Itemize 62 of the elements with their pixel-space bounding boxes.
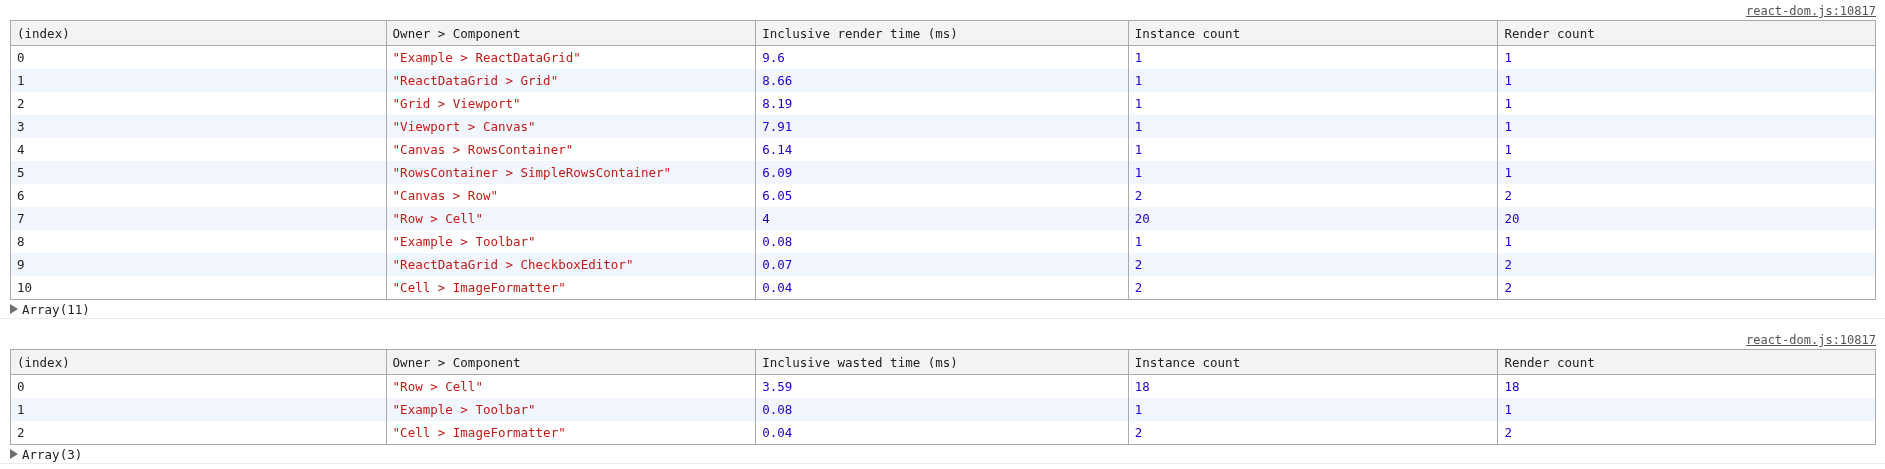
- table-cell: 1: [1497, 398, 1875, 421]
- table-cell-text: 5: [16, 164, 26, 182]
- table-cell-text: 1: [16, 72, 26, 90]
- table-cell-text: 7: [16, 210, 26, 228]
- expand-triangle-icon[interactable]: [10, 304, 18, 314]
- table-cell: 0.07: [755, 253, 1128, 276]
- table-cell: "Cell > ImageFormatter": [385, 421, 756, 444]
- table-cell: 1: [1497, 69, 1875, 92]
- table-cell: 1: [1497, 115, 1875, 138]
- column-header[interactable]: Instance count: [1127, 21, 1498, 45]
- table-cell: 1: [1127, 115, 1498, 138]
- column-header[interactable]: Inclusive wasted time (ms): [755, 350, 1128, 374]
- table-cell: 2: [1127, 253, 1498, 276]
- table-cell: "Viewport > Canvas": [385, 115, 756, 138]
- table-cell: 1: [1127, 69, 1498, 92]
- table-cell: 2: [1127, 421, 1498, 444]
- array-summary[interactable]: Array(3): [22, 446, 83, 462]
- table-cell: 6.09: [755, 161, 1128, 184]
- table-cell: 7.91: [755, 115, 1128, 138]
- table-cell: "Cell > ImageFormatter": [385, 276, 756, 299]
- table-cell: 2: [1497, 253, 1875, 276]
- column-header[interactable]: Render count: [1497, 350, 1875, 374]
- table-cell: 2: [1497, 276, 1875, 299]
- table-cell-text: 2: [16, 95, 26, 113]
- table-cell: "Row > Cell": [385, 207, 756, 230]
- source-link[interactable]: react-dom.js:10817: [1745, 333, 1876, 347]
- array-summary[interactable]: Array(11): [22, 301, 90, 317]
- source-link[interactable]: react-dom.js:10817: [1745, 4, 1876, 18]
- column-header[interactable]: Render count: [1497, 21, 1875, 45]
- table-cell: 0.04: [755, 421, 1128, 444]
- table-cell: 0.04: [755, 276, 1128, 299]
- table-cell-text: 0: [16, 378, 26, 396]
- table-cell: "Example > Toolbar": [385, 398, 756, 421]
- column-header[interactable]: Instance count: [1127, 350, 1498, 374]
- table-cell: 4: [755, 207, 1128, 230]
- table-cell: 1: [1127, 161, 1498, 184]
- table-cell-text: 0: [16, 49, 26, 67]
- table-cell-text: 10: [16, 279, 34, 297]
- table-cell: 20: [1127, 207, 1498, 230]
- table-cell-text: 4: [16, 141, 26, 159]
- column-header[interactable]: (index): [11, 350, 386, 374]
- table-cell: 20: [1497, 207, 1875, 230]
- table-cell: 2: [1497, 421, 1875, 444]
- table-cell: 1: [1497, 161, 1875, 184]
- table-cell-text: 8: [16, 233, 26, 251]
- table-cell: "ReactDataGrid > CheckboxEditor": [385, 253, 756, 276]
- table-cell: 2: [1127, 276, 1498, 299]
- table-cell-text: 1: [16, 401, 26, 419]
- table-cell: "RowsContainer > SimpleRowsContainer": [385, 161, 756, 184]
- table-cell-text: 2: [16, 424, 26, 442]
- table-cell-text: 3: [16, 118, 26, 136]
- expand-triangle-icon[interactable]: [10, 449, 18, 459]
- table-cell: "ReactDataGrid > Grid": [385, 69, 756, 92]
- table-cell-text: 6: [16, 187, 26, 205]
- column-header[interactable]: Inclusive render time (ms): [755, 21, 1128, 45]
- table-cell: 1: [1127, 398, 1498, 421]
- column-header[interactable]: (index): [11, 21, 386, 45]
- table-cell: 0.08: [755, 398, 1128, 421]
- column-header[interactable]: Owner > Component: [385, 21, 756, 45]
- table-cell: 8.66: [755, 69, 1128, 92]
- table-cell-text: 9: [16, 256, 26, 274]
- column-header[interactable]: Owner > Component: [385, 350, 756, 374]
